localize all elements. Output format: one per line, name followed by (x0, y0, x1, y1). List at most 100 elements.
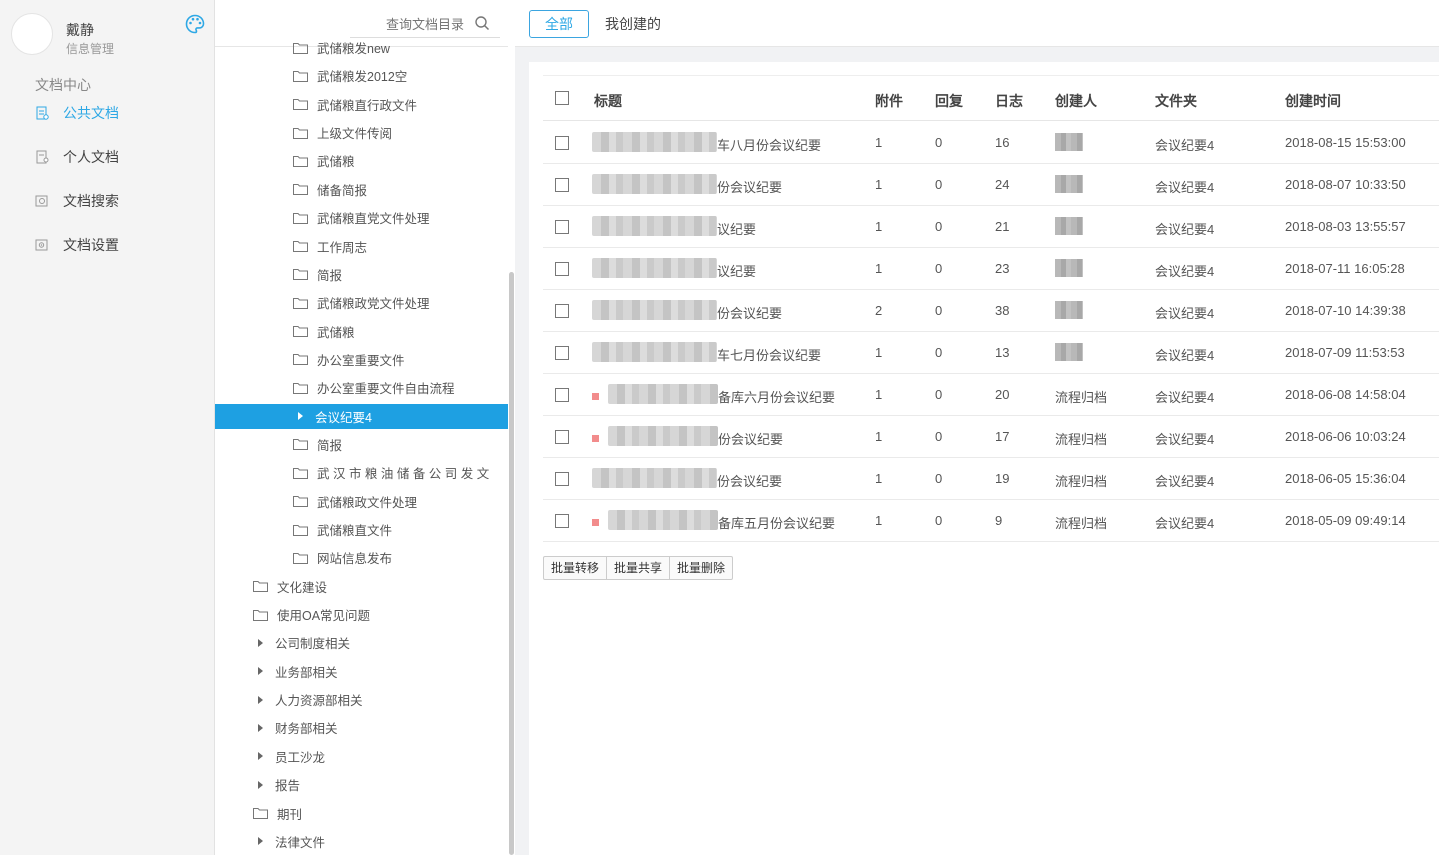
row-checkbox[interactable] (555, 472, 569, 486)
batch-delete-button[interactable]: 批量删除 (670, 557, 732, 579)
nav-item-personal-docs[interactable]: 个人文档 (35, 145, 119, 169)
expand-caret-icon[interactable] (258, 667, 263, 676)
row-title[interactable]: 议纪要 (717, 219, 756, 238)
row-checkbox[interactable] (555, 304, 569, 318)
tree-item[interactable]: 财务部相关 (215, 715, 508, 740)
expand-caret-icon[interactable] (258, 780, 263, 789)
row-checkbox[interactable] (555, 346, 569, 360)
main-area: 全部 我创建的 标题 附件 回复 日志 创建人 文件夹 创建时间 车八月份会议纪… (515, 0, 1439, 855)
row-checkbox[interactable] (555, 178, 569, 192)
row-folder: 会议纪要4 (1155, 516, 1215, 531)
table-row[interactable]: 备库六月份会议纪要 1 0 20 流程归档 会议纪要4 2018-06-08 14:58:0… (543, 374, 1439, 416)
col-folder[interactable]: 文件夹 (1155, 91, 1197, 111)
nav-item-public-docs[interactable]: 公共文档 (35, 101, 119, 125)
tree-item[interactable]: 文化建设 (215, 574, 508, 599)
row-checkbox[interactable] (555, 388, 569, 402)
nav-item-doc-search[interactable]: 文档搜索 (35, 189, 119, 213)
batch-move-button[interactable]: 批量转移 (544, 557, 608, 579)
folder-icon (293, 70, 308, 82)
tree-item[interactable]: 武储粮 (215, 148, 508, 173)
tree-item[interactable]: 储备简报 (215, 177, 508, 202)
table-row[interactable]: 议纪要 1 0 23 会议纪要4 2018-07-11 16:05:28 (543, 248, 1439, 290)
col-reply[interactable]: 回复 (935, 91, 963, 111)
tree-item[interactable]: 人力资源部相关 (215, 687, 508, 712)
tree-item[interactable]: 简报 (215, 262, 508, 287)
expand-caret-icon[interactable] (298, 412, 303, 421)
tree-item[interactable]: 期刊 (215, 801, 508, 826)
row-reply-count: 0 (935, 303, 943, 318)
row-title[interactable]: 份会议纪要 (717, 303, 782, 322)
tree-item[interactable]: 网站信息发布 (215, 545, 508, 570)
table-row[interactable]: 车八月份会议纪要 1 0 16 会议纪要4 2018-08-15 15:53:00 (543, 122, 1439, 164)
row-folder: 会议纪要4 (1155, 222, 1215, 237)
tree-item-label: 文化建设 (277, 580, 328, 595)
row-checkbox[interactable] (555, 262, 569, 276)
tree-item[interactable]: 上级文件传阅 (215, 120, 508, 145)
table-row[interactable]: 份会议纪要 2 0 38 会议纪要4 2018-07-10 14:39:38 (543, 290, 1439, 332)
tab-all[interactable]: 全部 (529, 10, 589, 38)
tree-item[interactable]: 武储粮直文件 (215, 517, 508, 542)
row-title[interactable]: 备库六月份会议纪要 (718, 387, 835, 406)
tree-item[interactable]: 武储粮政文件处理 (215, 489, 508, 514)
expand-caret-icon[interactable] (258, 695, 263, 704)
tree-item[interactable]: 办公室重要文件自由流程 (215, 375, 508, 400)
tree-item[interactable]: 法律文件 (215, 829, 508, 854)
row-checkbox[interactable] (555, 430, 569, 444)
expand-caret-icon[interactable] (258, 752, 263, 761)
table-row[interactable]: 份会议纪要 1 0 19 流程归档 会议纪要4 2018-06-05 15:36:04 (543, 458, 1439, 500)
tree-item[interactable]: 使用OA常见问题 (215, 602, 508, 627)
tree-item[interactable]: 武储粮发new (215, 35, 508, 60)
row-title[interactable]: 份会议纪要 (717, 471, 782, 490)
row-checkbox[interactable] (555, 220, 569, 234)
row-title[interactable]: 份会议纪要 (717, 177, 782, 196)
tree-item[interactable]: 报告 (215, 772, 508, 797)
table-row[interactable]: 车七月份会议纪要 1 0 13 会议纪要4 2018-07-09 11:53:53 (543, 332, 1439, 374)
table-row[interactable]: 份会议纪要 1 0 24 会议纪要4 2018-08-07 10:33:50 (543, 164, 1439, 206)
row-created: 2018-05-09 09:49:14 (1285, 513, 1406, 528)
tree-item[interactable]: 武储粮直党文件处理 (215, 205, 508, 230)
row-title[interactable]: 议纪要 (717, 261, 756, 280)
batch-share-button[interactable]: 批量共享 (607, 557, 671, 579)
row-title[interactable]: 份会议纪要 (718, 429, 783, 448)
tree-item[interactable]: 武储粮政党文件处理 (215, 290, 508, 315)
expand-caret-icon[interactable] (258, 638, 263, 647)
tree-item[interactable]: 简报 (215, 432, 508, 457)
tree-item[interactable]: 武储粮发2012空 (215, 63, 508, 88)
col-attach[interactable]: 附件 (875, 91, 903, 111)
tree-item[interactable]: 公司制度相关 (215, 630, 508, 655)
col-title[interactable]: 标题 (594, 91, 622, 111)
table-row[interactable]: 议纪要 1 0 21 会议纪要4 2018-08-03 13:55:57 (543, 206, 1439, 248)
tree-item[interactable]: 武储粮 (215, 319, 508, 344)
row-title[interactable]: 备库五月份会议纪要 (718, 513, 835, 532)
row-reply-count: 0 (935, 429, 943, 444)
row-folder: 会议纪要4 (1155, 264, 1215, 279)
expand-caret-icon[interactable] (258, 723, 263, 732)
tree-item[interactable]: 武储粮直行政文件 (215, 92, 508, 117)
nav-item-doc-settings[interactable]: 文档设置 (35, 233, 119, 257)
palette-icon[interactable] (185, 14, 205, 34)
search-icon[interactable] (474, 15, 490, 31)
avatar[interactable] (11, 13, 53, 55)
tree-item[interactable]: 会议纪要4 (215, 403, 508, 429)
tree-item-label: 员工沙龙 (275, 750, 326, 765)
tree-item[interactable]: 武 汉 市 粮 油 储 备 公 司 发 文 (215, 460, 508, 485)
col-created[interactable]: 创建时间 (1285, 91, 1341, 111)
row-checkbox[interactable] (555, 514, 569, 528)
col-log[interactable]: 日志 (995, 91, 1023, 111)
row-checkbox[interactable] (555, 136, 569, 150)
tree-item[interactable]: 办公室重要文件 (215, 347, 508, 372)
tree-item[interactable]: 工作周志 (215, 234, 508, 259)
folder-icon (293, 326, 308, 337)
tree-scrollbar-thumb[interactable] (509, 272, 514, 855)
select-all-checkbox[interactable] (555, 91, 569, 105)
expand-caret-icon[interactable] (258, 837, 263, 846)
tree-item[interactable]: 业务部相关 (215, 659, 508, 684)
row-title[interactable]: 车八月份会议纪要 (717, 135, 821, 154)
tree-item[interactable]: 员工沙龙 (215, 744, 508, 769)
table-row[interactable]: 份会议纪要 1 0 17 流程归档 会议纪要4 2018-06-06 10:03:24 (543, 416, 1439, 458)
table-row[interactable]: 备库五月份会议纪要 1 0 9 流程归档 会议纪要4 2018-05-09 09:49:14 (543, 500, 1439, 542)
row-title[interactable]: 车七月份会议纪要 (717, 345, 821, 364)
tab-mine[interactable]: 我创建的 (590, 10, 676, 38)
tree-item-label: 法律文件 (275, 835, 326, 850)
col-creator[interactable]: 创建人 (1055, 91, 1097, 111)
